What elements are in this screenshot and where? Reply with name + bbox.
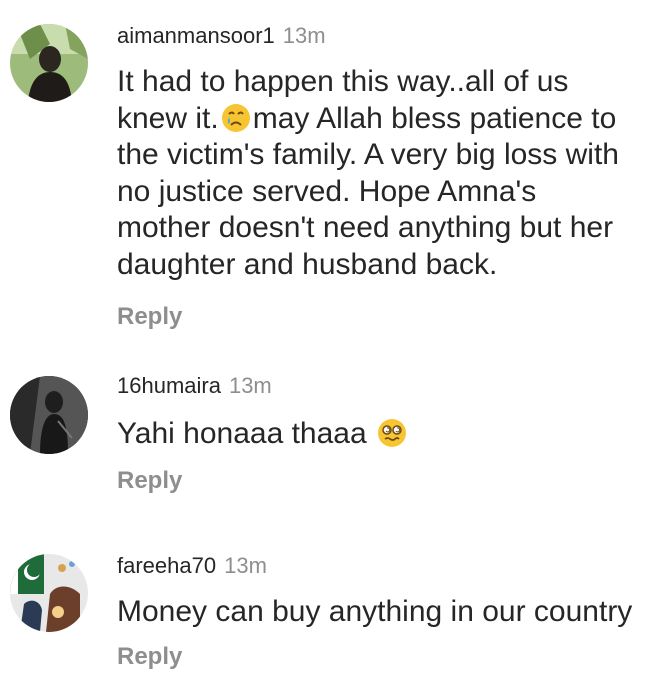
reply-button[interactable]: Reply bbox=[117, 303, 637, 331]
user-photo-icon bbox=[10, 376, 88, 454]
username[interactable]: aimanmansoor1 bbox=[117, 23, 275, 48]
timestamp: 13m bbox=[228, 373, 272, 398]
comment-meta: aimanmansoor1 13m bbox=[117, 22, 637, 50]
comment-text-part: Yahi honaaa thaaa bbox=[117, 417, 367, 450]
avatar[interactable] bbox=[10, 376, 88, 454]
user-photo-icon bbox=[10, 24, 88, 102]
reply-button[interactable]: Reply bbox=[117, 467, 637, 495]
avatar[interactable] bbox=[10, 24, 88, 102]
comment-text: Money can buy anything in our country bbox=[117, 594, 637, 631]
timestamp: 13m bbox=[224, 553, 267, 578]
comment-meta: fareeha70 13m bbox=[117, 552, 637, 580]
comment-meta: 16humaira 13m bbox=[117, 372, 637, 400]
comment-text: It had to happen this way..all of us kne… bbox=[117, 64, 637, 283]
username[interactable]: 16humaira bbox=[117, 373, 221, 398]
comment-text-part: Money can buy anything in our country bbox=[117, 595, 633, 628]
avatar[interactable] bbox=[10, 554, 88, 632]
crying-face-icon bbox=[221, 103, 250, 132]
username[interactable]: fareeha70 bbox=[117, 553, 216, 578]
user-photo-icon bbox=[10, 554, 88, 632]
comment-text: Yahi honaaa thaaa bbox=[117, 416, 637, 453]
woozy-dizzy-face-icon bbox=[378, 419, 407, 447]
reply-button[interactable]: Reply bbox=[117, 643, 637, 671]
timestamp: 13m bbox=[282, 23, 326, 48]
